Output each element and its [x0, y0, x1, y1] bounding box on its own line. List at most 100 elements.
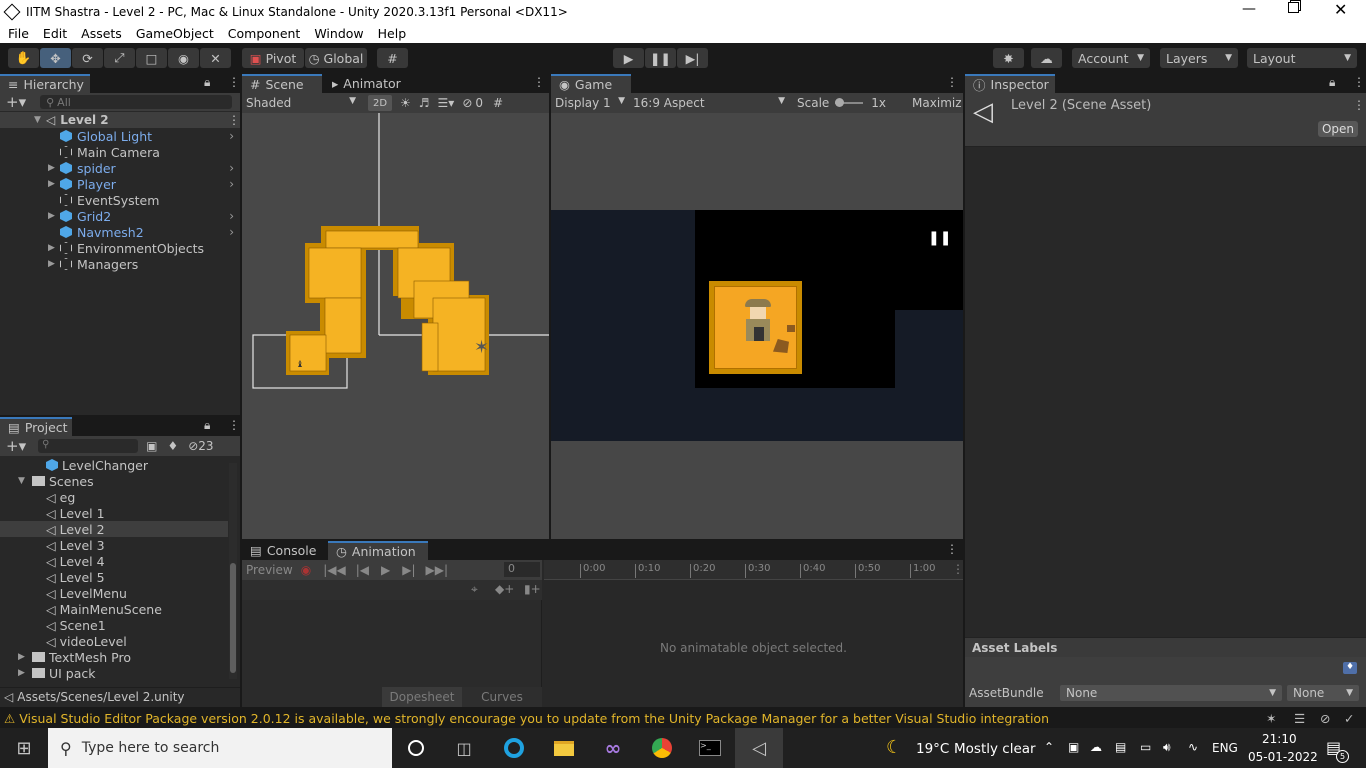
asset-bundle-dropdown[interactable]: None ▼ [1060, 685, 1282, 701]
aspect-dropdown[interactable]: 16:9 Aspect ▼ [633, 96, 789, 110]
tab-inspector[interactable]: ⓘ Inspector [965, 74, 1055, 93]
project-item[interactable]: ◁ Level 1 [0, 505, 228, 521]
hierarchy-item[interactable]: ▶ EnvironmentObjects [0, 240, 240, 256]
expand-arrow-icon[interactable]: ▶ [18, 652, 30, 662]
dopesheet-tab[interactable]: Dopesheet [382, 687, 462, 707]
step-button[interactable]: ▶| [677, 48, 708, 68]
scene-view-canvas[interactable]: ✶ ♝ [242, 113, 549, 539]
file-explorer-button[interactable] [540, 728, 588, 768]
hierarchy-item[interactable]: Navmesh2 › [0, 224, 240, 240]
tab-hierarchy[interactable]: ≡ Hierarchy [0, 74, 90, 93]
project-item[interactable]: ◁ Level 4 [0, 553, 228, 569]
more-menu-icon[interactable]: ⋮ [1353, 75, 1365, 89]
more-menu-icon[interactable]: ⋮ [1353, 98, 1365, 112]
add-icon[interactable]: +▾ [6, 93, 26, 111]
expand-arrow-icon[interactable]: ▶ [48, 259, 60, 269]
pause-icon[interactable]: ❚❚ [928, 230, 951, 246]
project-search-input[interactable]: ⚲ [38, 439, 139, 453]
move-tool-button[interactable]: ✥ [40, 48, 71, 68]
edge-button[interactable] [490, 728, 538, 768]
volume-icon[interactable]: 🔊︎ [1163, 740, 1171, 755]
maximize-toggle[interactable]: Maximiz [912, 96, 961, 110]
project-item[interactable]: ◁ MainMenuScene [0, 601, 228, 617]
hierarchy-item[interactable]: ▶ Player › [0, 176, 240, 192]
expand-arrow-icon[interactable]: ▼ [34, 115, 46, 125]
hierarchy-item[interactable]: ▶ spider › [0, 160, 240, 176]
more-menu-icon[interactable]: ⋮ [946, 75, 958, 89]
tab-project[interactable]: ▤ Project [0, 417, 72, 436]
project-item[interactable]: ▼ Scenes [0, 473, 228, 489]
project-item[interactable]: ◁ Scene1 [0, 617, 228, 633]
taskbar-search-box[interactable]: ⚲ Type here to search [48, 728, 392, 768]
chevron-up-icon[interactable]: ⌃ [1044, 740, 1054, 754]
add-event-icon[interactable]: ▮+ [524, 582, 541, 596]
project-scrollbar[interactable] [229, 463, 237, 679]
display-dropdown[interactable]: Display 1 ▼ [551, 96, 629, 110]
lock-icon[interactable]: 🔒︎ [204, 418, 210, 433]
chevron-right-icon[interactable]: › [229, 177, 234, 191]
layers-dropdown[interactable]: Layers ▼ [1160, 48, 1238, 68]
tab-scene[interactable]: # Scene [242, 74, 322, 93]
play-button[interactable]: ▶ [613, 48, 644, 68]
tab-animation[interactable]: ◷ Animation [328, 541, 428, 560]
services-button[interactable]: ✸ [993, 48, 1024, 68]
cloud-button[interactable]: ☁ [1031, 48, 1062, 68]
record-icon[interactable]: ◉ [301, 563, 311, 577]
hierarchy-item[interactable]: ▶ Grid2 › [0, 208, 240, 224]
label-tag-icon[interactable]: ♦ [167, 439, 178, 453]
menu-edit[interactable]: Edit [43, 26, 67, 41]
hierarchy-item[interactable]: ▶ Managers [0, 256, 240, 272]
hidden-packages-icon[interactable]: ⊘ [188, 439, 198, 453]
chevron-right-icon[interactable]: › [229, 161, 234, 175]
menu-window[interactable]: Window [314, 26, 363, 41]
filter-icon[interactable]: ⌖ [471, 582, 478, 597]
more-menu-icon[interactable]: ⋮ [228, 418, 240, 432]
scale-slider[interactable] [835, 98, 864, 107]
filter-type-icon[interactable]: ▣ [146, 439, 157, 453]
hierarchy-search-input[interactable]: ⚲ All [40, 95, 233, 109]
meet-now-icon[interactable]: ▤ [1115, 740, 1126, 754]
project-item[interactable]: ◁ eg [0, 489, 228, 505]
expand-arrow-icon[interactable]: ▶ [48, 211, 60, 221]
lock-icon[interactable]: 🔒︎ [1329, 75, 1335, 90]
expand-arrow-icon[interactable]: ▶ [48, 243, 60, 253]
shading-mode-dropdown[interactable]: Shaded ▼ [242, 96, 362, 110]
curves-tab[interactable]: Curves [462, 687, 542, 707]
menu-gameobject[interactable]: GameObject [136, 26, 214, 41]
cache-icon[interactable]: ☰ [1294, 711, 1305, 726]
cortana-button[interactable] [392, 728, 440, 768]
unity-taskbar-button[interactable]: ◁ [735, 728, 783, 768]
add-icon[interactable]: +▾ [6, 437, 26, 455]
global-toggle[interactable]: ◷ Global [305, 48, 367, 68]
label-tag-icon[interactable]: ♦ [1343, 662, 1357, 674]
onedrive-icon[interactable]: ☁ [1090, 740, 1102, 754]
first-keyframe-icon[interactable]: |◀◀ [323, 563, 346, 577]
project-item[interactable]: ◁ Level 3 [0, 537, 228, 553]
hidden-objects-icon[interactable]: ⊘ [462, 96, 472, 110]
preview-toggle[interactable]: Preview [246, 563, 293, 577]
menu-file[interactable]: File [8, 26, 29, 41]
chrome-button[interactable] [638, 728, 686, 768]
wifi-icon[interactable]: ∿ [1188, 740, 1198, 754]
language-indicator[interactable]: ENG [1212, 741, 1238, 755]
weather-description[interactable]: Mostly clear [954, 741, 1036, 757]
more-menu-icon[interactable]: ⋮ [946, 542, 958, 556]
minimize-button[interactable]: — [1242, 1, 1256, 17]
menu-assets[interactable]: Assets [81, 26, 122, 41]
game-view[interactable]: ❚❚ [551, 113, 963, 539]
more-menu-icon[interactable]: ⋮ [952, 562, 964, 576]
debug-icon[interactable]: ✶ [1266, 711, 1276, 726]
more-menu-icon[interactable]: ⋮ [228, 113, 240, 127]
expand-arrow-icon[interactable]: ▶ [48, 179, 60, 189]
visual-studio-button[interactable]: ∞ [589, 728, 637, 768]
scene-root-row[interactable]: ▼ ◁ Level 2 ⋮ [0, 112, 240, 128]
effects-icon[interactable]: ☰▾ [438, 96, 455, 110]
pivot-toggle[interactable]: ▣ Pivot [242, 48, 304, 68]
project-item[interactable]: ◁ LevelMenu [0, 585, 228, 601]
last-keyframe-icon[interactable]: ▶▶| [426, 563, 449, 577]
project-item[interactable]: ◁ Level 2 [0, 521, 228, 537]
more-menu-icon[interactable]: ⋮ [228, 75, 240, 89]
lock-icon[interactable]: 🔒︎ [204, 75, 210, 90]
chevron-right-icon[interactable]: › [229, 225, 234, 239]
auto-generate-icon[interactable]: ⊘ [1320, 711, 1330, 726]
